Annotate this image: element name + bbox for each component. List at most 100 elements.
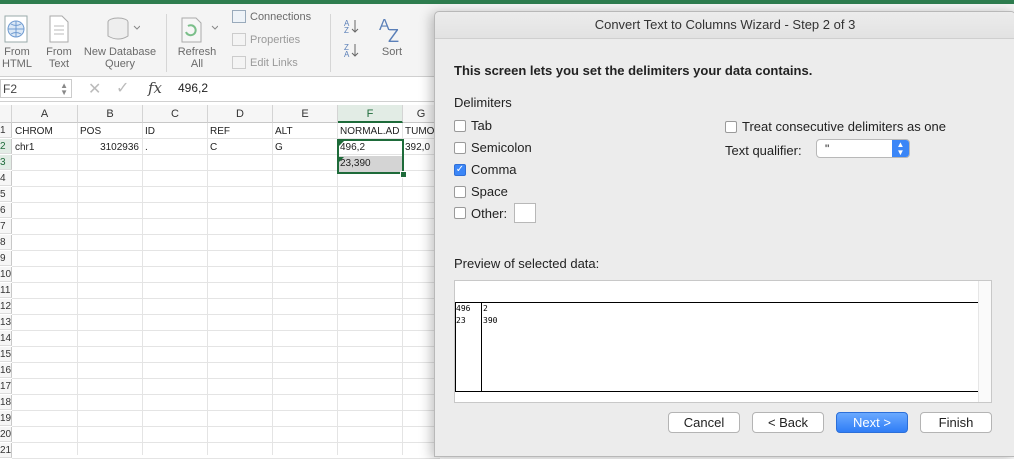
row-header[interactable]: 13 xyxy=(0,315,12,330)
row-header[interactable]: 3 xyxy=(0,155,12,170)
cell-b1[interactable]: POS xyxy=(78,124,142,139)
refresh-label-1: Refresh xyxy=(177,46,217,58)
text-file-icon xyxy=(49,15,69,43)
data-preview[interactable]: 496 2 23 390 xyxy=(454,280,992,403)
cell-e1[interactable]: ALT xyxy=(273,124,337,139)
row-header[interactable]: 1 xyxy=(0,123,12,138)
row-header[interactable]: 8 xyxy=(0,235,12,250)
new-db-label-1: New Database xyxy=(83,46,157,58)
from-text-label-1: From xyxy=(46,46,72,58)
row-header[interactable]: 6 xyxy=(0,203,12,218)
confirm-formula-icon[interactable]: ✓ xyxy=(116,78,129,98)
tab-checkbox-box[interactable] xyxy=(454,119,466,132)
row-header[interactable]: 12 xyxy=(0,299,12,314)
sort-az-icon: A Z xyxy=(379,17,399,44)
name-box-arrows-icon[interactable]: ▲ ▼ xyxy=(60,82,68,97)
edit-links-icon xyxy=(232,56,246,69)
preview-label: Preview of selected data: xyxy=(454,256,600,271)
row-header[interactable]: 20 xyxy=(0,427,12,442)
text-qualifier-select[interactable]: " ▲ ▼ xyxy=(816,139,910,158)
refresh-label-2: All xyxy=(190,58,204,70)
new-database-query-button[interactable]: New Database Query xyxy=(82,14,158,70)
connections-button[interactable]: Connections xyxy=(232,10,311,23)
row-header[interactable]: 7 xyxy=(0,219,12,234)
edit-links-label: Edit Links xyxy=(250,56,298,69)
semicolon-checkbox-box[interactable] xyxy=(454,141,466,154)
column-header-e[interactable]: E xyxy=(273,105,338,123)
finish-button[interactable]: Finish xyxy=(920,412,992,433)
sort-az-button[interactable]: A Z Z A xyxy=(342,14,362,61)
cell-b2[interactable]: 3102936 xyxy=(78,140,142,155)
column-header-c[interactable]: C xyxy=(143,105,208,123)
space-label: Space xyxy=(471,184,508,199)
column-header-f[interactable]: F xyxy=(338,105,403,123)
other-checkbox-box[interactable] xyxy=(454,207,466,219)
row-header[interactable]: 16 xyxy=(0,363,12,378)
gridline xyxy=(12,442,440,443)
spreadsheet-grid[interactable]: A B C D E F G 1 2 3 4 5 6 7 8 9 10 11 12 13 14 15 16 17 1… xyxy=(0,105,440,459)
gridline xyxy=(12,394,440,395)
name-box[interactable]: F2 ▲ ▼ xyxy=(0,79,72,98)
from-html-button[interactable]: From HTML xyxy=(0,14,34,70)
dialog-title: Convert Text to Columns Wizard - Step 2 … xyxy=(435,12,1014,39)
other-delimiter-input[interactable] xyxy=(514,203,537,223)
cell-a2[interactable]: chr1 xyxy=(13,140,77,155)
cell-e2[interactable]: G xyxy=(273,140,337,155)
treat-consecutive-box[interactable] xyxy=(725,120,737,133)
column-break-line[interactable] xyxy=(481,303,482,391)
other-checkbox[interactable]: Other: xyxy=(454,203,537,223)
formula-input[interactable]: 496,2 xyxy=(178,81,208,95)
globe-icon xyxy=(4,15,28,43)
gridline xyxy=(12,362,440,363)
semicolon-label: Semicolon xyxy=(471,140,532,155)
cancel-button[interactable]: Cancel xyxy=(668,412,740,433)
tab-checkbox[interactable]: Tab xyxy=(454,118,492,133)
row-header[interactable]: 4 xyxy=(0,171,12,186)
from-text-button[interactable]: From Text xyxy=(42,14,76,70)
next-button[interactable]: Next > xyxy=(836,412,908,433)
properties-button[interactable]: Properties xyxy=(232,33,300,46)
cell-d2[interactable]: C xyxy=(208,140,272,155)
row-header[interactable]: 9 xyxy=(0,251,12,266)
fill-handle[interactable] xyxy=(400,171,407,178)
refresh-all-button[interactable]: Refresh All xyxy=(174,14,220,70)
space-checkbox[interactable]: Space xyxy=(454,184,508,199)
space-checkbox-box[interactable] xyxy=(454,185,466,198)
back-button[interactable]: < Back xyxy=(752,412,824,433)
cell-f1[interactable]: NORMAL.AD xyxy=(338,124,402,139)
column-header-d[interactable]: D xyxy=(208,105,273,123)
row-header[interactable]: 14 xyxy=(0,331,12,346)
cell-a1[interactable]: CHROM xyxy=(13,124,77,139)
cell-c2[interactable]: . xyxy=(143,140,207,155)
select-all-corner[interactable] xyxy=(0,105,12,123)
row-header[interactable]: 10 xyxy=(0,267,12,282)
from-html-label-1: From xyxy=(4,46,30,58)
edit-links-button[interactable]: Edit Links xyxy=(232,56,298,69)
checkmark-icon[interactable]: ✓ xyxy=(454,163,466,176)
preview-scrollbar[interactable] xyxy=(978,281,991,402)
comma-label: Comma xyxy=(471,162,517,177)
row-header[interactable]: 11 xyxy=(0,283,12,298)
row-header[interactable]: 19 xyxy=(0,411,12,426)
row-header[interactable]: 21 xyxy=(0,443,12,458)
column-header-a[interactable]: A xyxy=(12,105,78,123)
treat-consecutive-checkbox[interactable]: Treat consecutive delimiters as one xyxy=(725,119,946,134)
row-header[interactable]: 18 xyxy=(0,395,12,410)
gridline xyxy=(12,346,440,347)
insert-function-icon[interactable]: fx xyxy=(148,79,162,97)
row-header[interactable]: 15 xyxy=(0,347,12,362)
chevron-updown-icon[interactable]: ▲ ▼ xyxy=(892,140,909,157)
column-header-b[interactable]: B xyxy=(78,105,143,123)
cell-d1[interactable]: REF xyxy=(208,124,272,139)
row-header[interactable]: 17 xyxy=(0,379,12,394)
comma-checkbox[interactable]: ✓ Comma xyxy=(454,162,517,177)
row-header[interactable]: 5 xyxy=(0,187,12,202)
cancel-formula-icon[interactable]: ✕ xyxy=(88,79,101,99)
cell-c1[interactable]: ID xyxy=(143,124,207,139)
semicolon-checkbox[interactable]: Semicolon xyxy=(454,140,532,155)
text-qualifier-label: Text qualifier: xyxy=(725,143,802,158)
svg-text:Z: Z xyxy=(344,26,349,35)
sort-button[interactable]: A Z Sort xyxy=(374,12,410,58)
gridline xyxy=(272,123,273,455)
row-header[interactable]: 2 xyxy=(0,139,12,154)
